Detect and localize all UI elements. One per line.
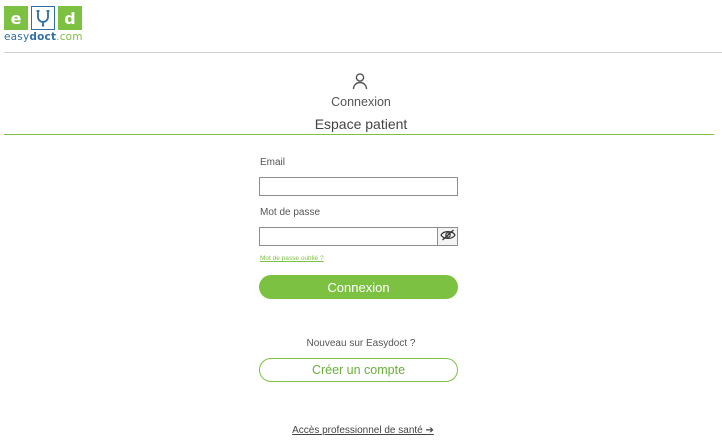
logo-wordmark: easydoct.com: [4, 31, 83, 43]
create-account-button[interactable]: Créer un compte: [259, 358, 458, 382]
eye-slash-icon: [439, 228, 456, 246]
logo-tiles: e d: [4, 6, 83, 30]
header-divider: [4, 52, 722, 53]
easydoct-logo[interactable]: e d easydoct.com: [4, 6, 83, 43]
logo-tile-d: d: [58, 6, 82, 30]
user-icon: [351, 72, 369, 90]
pro-access-link[interactable]: Accès professionnel de santé ➔: [0, 425, 722, 436]
forgot-password-link[interactable]: Mot de passe oublié ?: [260, 255, 324, 262]
logo-text-com: .com: [56, 31, 83, 43]
logo-text-doct: doct: [29, 31, 57, 43]
title-divider: [4, 134, 714, 135]
email-label: Email: [260, 157, 286, 168]
email-field[interactable]: [259, 177, 458, 196]
logo-tile-e: e: [4, 6, 28, 30]
logo-text-easy: easy: [4, 31, 30, 43]
page-title: Espace patient: [314, 116, 408, 132]
signup-prompt: Nouveau sur Easydoct ?: [306, 338, 416, 349]
header: e d easydoct.com: [0, 0, 722, 53]
password-label: Mot de passe: [260, 207, 321, 218]
login-button[interactable]: Connexion: [259, 275, 458, 299]
stethoscope-icon: [31, 6, 55, 30]
connexion-subtitle: Connexion: [331, 95, 391, 109]
password-field[interactable]: [259, 227, 438, 246]
toggle-password-button[interactable]: [437, 227, 458, 246]
